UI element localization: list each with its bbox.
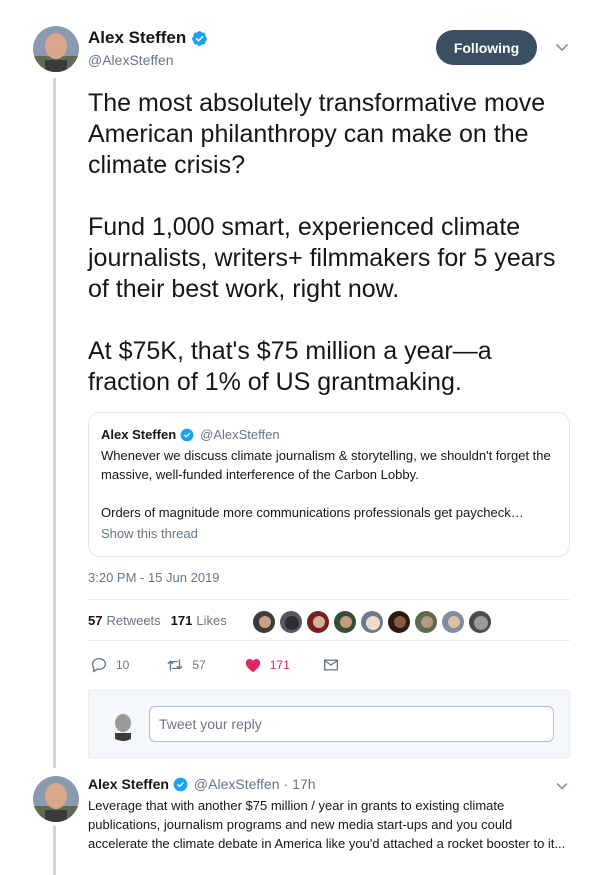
next-tweet-author-handle[interactable]: @AlexSteffen <box>194 776 280 792</box>
liker-avatar[interactable] <box>387 610 411 634</box>
heart-icon <box>245 659 260 673</box>
next-tweet-time[interactable]: 17h <box>292 776 315 792</box>
thread-line <box>53 78 56 768</box>
chevron-down-icon[interactable] <box>554 40 570 54</box>
tweet-paragraph: The most absolutely transformative move … <box>88 89 546 179</box>
tweet-text: The most absolutely transformative move … <box>88 88 568 398</box>
quoted-tweet-header: Alex Steffen @AlexSteffen <box>101 427 557 442</box>
likes-label[interactable]: Likes <box>196 613 226 628</box>
chevron-down-icon[interactable] <box>555 779 569 791</box>
liker-avatar[interactable] <box>468 610 492 634</box>
verified-badge-icon <box>180 428 194 442</box>
liker-avatar[interactable] <box>279 610 303 634</box>
liker-avatar[interactable] <box>414 610 438 634</box>
liker-avatar[interactable] <box>360 610 384 634</box>
divider <box>88 640 570 641</box>
thread-line-next <box>53 826 56 875</box>
quoted-tweet-text: Whenever we discuss climate journalism &… <box>101 446 557 522</box>
author-display-name[interactable]: Alex Steffen <box>88 28 186 48</box>
tweet-stats: 57 Retweets 171 Likes <box>88 613 237 628</box>
separator: · <box>283 776 289 792</box>
next-tweet-text: Leverage that with another $75 million /… <box>88 798 566 851</box>
tweet-actions: 10 57 171 <box>90 656 340 674</box>
avatar[interactable] <box>33 26 79 72</box>
retweet-button[interactable]: 57 <box>166 656 206 674</box>
reply-input[interactable]: Tweet your reply <box>149 706 554 742</box>
reply-count: 10 <box>116 658 130 672</box>
liker-avatar[interactable] <box>252 610 276 634</box>
following-button[interactable]: Following <box>436 30 537 65</box>
liker-avatar[interactable] <box>441 610 465 634</box>
retweet-icon <box>167 659 183 671</box>
quoted-author-name: Alex Steffen <box>101 427 177 442</box>
divider <box>88 599 570 600</box>
reply-button[interactable]: 10 <box>90 656 129 674</box>
author-name-line: Alex Steffen <box>88 28 208 48</box>
next-tweet-author-name[interactable]: Alex Steffen <box>88 776 169 792</box>
current-user-avatar[interactable] <box>107 709 139 741</box>
tweet-paragraph: Fund 1,000 smart, experienced climate jo… <box>88 213 556 303</box>
retweet-count: 57 <box>192 658 206 672</box>
reply-composer: Tweet your reply <box>88 690 570 758</box>
author-handle[interactable]: @AlexSteffen <box>88 52 174 68</box>
verified-badge-icon <box>173 777 188 792</box>
message-icon <box>323 659 338 671</box>
retweets-count[interactable]: 57 <box>88 613 102 628</box>
direct-message-button[interactable] <box>322 656 340 674</box>
liker-avatar[interactable] <box>333 610 357 634</box>
quoted-paragraph: Orders of magnitude more communications … <box>101 505 524 520</box>
quoted-paragraph: Whenever we discuss climate journalism &… <box>101 448 551 482</box>
avatar[interactable] <box>33 776 79 822</box>
likes-count[interactable]: 171 <box>171 613 193 628</box>
tweet-timestamp[interactable]: 3:20 PM - 15 Jun 2019 <box>88 570 220 585</box>
show-thread-link[interactable]: Show this thread <box>101 526 198 541</box>
reply-icon <box>91 657 107 673</box>
likers-avatars <box>252 610 495 634</box>
next-tweet-header: Alex Steffen @AlexSteffen · 17h <box>88 776 316 792</box>
quoted-author-handle: @AlexSteffen <box>200 427 280 442</box>
retweets-label[interactable]: Retweets <box>106 613 160 628</box>
verified-badge-icon <box>191 30 208 47</box>
like-count: 171 <box>269 658 290 672</box>
quoted-tweet[interactable]: Alex Steffen @AlexSteffen Whenever we di… <box>88 412 570 557</box>
liker-avatar[interactable] <box>306 610 330 634</box>
tweet-paragraph: At $75K, that's $75 million a year—a fra… <box>88 337 492 396</box>
like-button[interactable]: 171 <box>244 656 290 674</box>
